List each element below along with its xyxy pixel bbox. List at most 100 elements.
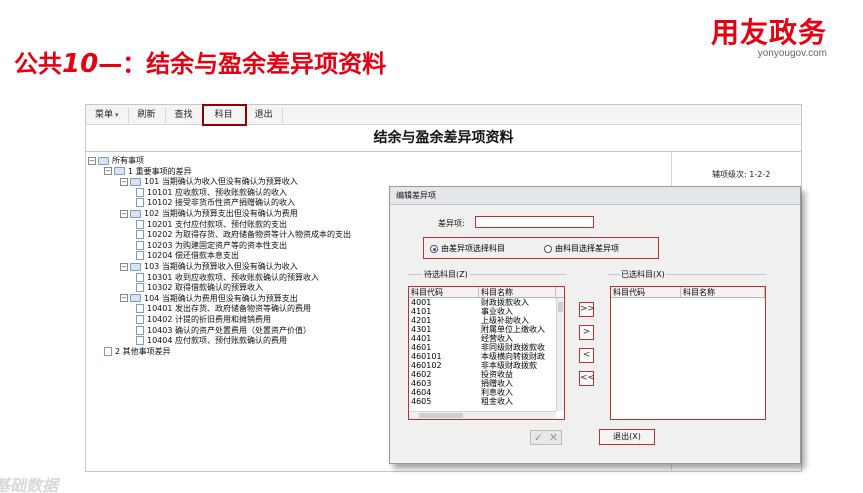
tree-node[interactable]: 10302 取得借款确认的预算收入 bbox=[136, 282, 263, 293]
slide-title: 公共10—：结余与盈余差异项资料 bbox=[14, 44, 386, 79]
collapse-icon[interactable]: − bbox=[120, 294, 128, 303]
toolbar-button-label: 退出 bbox=[254, 109, 273, 120]
tree-node[interactable]: − 104 当期确认为费用但没有确认为预算支出 bbox=[120, 293, 298, 304]
title-divider bbox=[86, 151, 801, 152]
difference-input[interactable] bbox=[475, 216, 594, 228]
table-row[interactable]: 4101 事业收入 bbox=[409, 307, 564, 316]
cancel-icon[interactable]: ✕ bbox=[546, 431, 561, 444]
subject-name-cell: 利息收入 bbox=[481, 388, 513, 397]
tree-node-label: 10102 接受非货币性资产捐赠确认的收入 bbox=[147, 198, 295, 208]
tree-node[interactable]: − 103 当期确认为预算收入但没有确认为收入 bbox=[120, 261, 298, 272]
tree-node[interactable]: − 102 当期确认为预算支出但没有确认为费用 bbox=[120, 208, 298, 219]
move-left-button[interactable]: < bbox=[579, 348, 594, 363]
document-icon bbox=[136, 230, 144, 240]
brand-logo: 用友政务 bbox=[710, 16, 827, 49]
toolbar-button[interactable]: 刷新 bbox=[129, 106, 166, 123]
toolbar-button[interactable]: 菜单 ▾ bbox=[86, 106, 129, 123]
table-row[interactable]: 4603 捐赠收入 bbox=[409, 379, 564, 388]
tree-node[interactable]: 10202 为取得存货、政府储备物资等计入物资成本的支出 bbox=[136, 229, 351, 240]
table-row[interactable]: 4001 财政拨款收入 bbox=[409, 298, 564, 307]
subject-code-cell: 4301 bbox=[411, 325, 432, 334]
right-group-line bbox=[666, 274, 766, 275]
subject-code-cell: 4001 bbox=[411, 298, 432, 307]
table-row[interactable]: 460102 非本级财政拨款 bbox=[409, 361, 564, 370]
tree-node-label: 101 当期确认为收入但没有确认为预算收入 bbox=[144, 177, 298, 187]
selected-subjects-grid[interactable]: 科目代码 科目名称 bbox=[610, 286, 766, 420]
table-row[interactable]: 4201 上级补助收入 bbox=[409, 316, 564, 325]
scroll-thumb[interactable] bbox=[419, 413, 463, 418]
chevron-down-icon: ▾ bbox=[115, 110, 119, 119]
slide-title-number: 10 bbox=[62, 49, 99, 79]
difference-field-label: 差异项: bbox=[438, 219, 465, 228]
tree-node[interactable]: 10403 确认的资产处置费用（处置资产价值） bbox=[136, 325, 311, 336]
tree-node[interactable]: − 101 当期确认为收入但没有确认为预算收入 bbox=[120, 176, 298, 187]
brand: 用友政务 yonyougov.com bbox=[711, 16, 827, 59]
folder-icon bbox=[130, 209, 141, 218]
tree-node[interactable]: 10401 发出存货、政府储备物资等确认的费用 bbox=[136, 303, 311, 314]
toolbar-button[interactable]: 退出 bbox=[246, 106, 283, 123]
available-subjects-grid[interactable]: 科目代码 科目名称 4001 财政拨款收入 4101 事业收入 4201 上级补助收入 43… bbox=[408, 286, 565, 420]
vertical-scrollbar[interactable] bbox=[556, 298, 564, 411]
confirm-icon[interactable]: ✓ bbox=[531, 431, 546, 444]
tree-node[interactable]: 10203 为购建固定资产等的资本性支出 bbox=[136, 240, 287, 251]
radio-by-difference[interactable]: 由差异项选择科目 bbox=[430, 243, 505, 254]
subject-code-cell: 4601 bbox=[411, 343, 432, 352]
document-icon bbox=[104, 346, 112, 356]
slide-title-prefix: 公共 bbox=[14, 50, 62, 78]
horizontal-scrollbar[interactable] bbox=[409, 411, 556, 419]
collapse-icon[interactable]: − bbox=[120, 262, 128, 271]
column-header[interactable]: 科目代码 bbox=[611, 287, 681, 297]
document-icon bbox=[136, 283, 144, 293]
slide-title-suffix: —：结余与盈余差异项资料 bbox=[98, 50, 387, 78]
tree-node[interactable]: 10402 计提的折旧费用和摊销费用 bbox=[136, 314, 271, 325]
tree-node-label: 10404 应付款项、预付账款确认的费用 bbox=[147, 336, 287, 346]
collapse-icon[interactable]: − bbox=[120, 177, 128, 186]
exit-button[interactable]: 退出(X) bbox=[599, 429, 655, 445]
tree-node[interactable]: − 1 重要事项的差异 bbox=[104, 166, 192, 177]
tree-node[interactable]: 2 其他事项差异 bbox=[104, 346, 171, 357]
column-header[interactable]: 科目代码 bbox=[409, 287, 479, 297]
radio-by-subject[interactable]: 由科目选择差异项 bbox=[544, 243, 619, 254]
radio-label: 由科目选择差异项 bbox=[555, 244, 619, 253]
tree-node-label: 所有事项 bbox=[112, 156, 144, 165]
collapse-icon[interactable]: − bbox=[88, 156, 96, 165]
tree-node[interactable]: 10201 支付应付款项、预付账款的支出 bbox=[136, 219, 287, 230]
folder-icon bbox=[130, 262, 141, 271]
collapse-icon[interactable]: − bbox=[104, 167, 112, 176]
table-row[interactable]: 4301 附属单位上缴收入 bbox=[409, 325, 564, 334]
table-row[interactable]: 4605 租金收入 bbox=[409, 397, 564, 406]
folder-icon bbox=[130, 294, 141, 303]
tree-node[interactable]: − 所有事项 bbox=[88, 155, 144, 166]
tree-node-label: 10202 为取得存货、政府储备物资等计入物资成本的支出 bbox=[147, 230, 351, 240]
tree-node[interactable]: 10404 应付款项、预付账款确认的费用 bbox=[136, 335, 287, 346]
subject-name-cell: 捐赠收入 bbox=[481, 379, 513, 388]
subject-name-cell: 非本级财政拨款 bbox=[481, 361, 537, 370]
toolbar-button-label: 科目 bbox=[214, 109, 233, 120]
table-row[interactable]: 460101 本级横向转拨财政 bbox=[409, 352, 564, 361]
table-row[interactable]: 4602 投资收益 bbox=[409, 370, 564, 379]
tree-node[interactable]: 10102 接受非货币性资产捐赠确认的收入 bbox=[136, 197, 295, 208]
tree-node-label: 104 当期确认为费用但没有确认为预算支出 bbox=[144, 293, 298, 303]
scroll-thumb[interactable] bbox=[558, 302, 563, 312]
tree-node[interactable]: 10301 收到应收款项、预收账款确认的预算收入 bbox=[136, 272, 319, 283]
tree-node-label: 10101 应收款项、预收账款确认的收入 bbox=[147, 187, 287, 197]
move-all-left-button[interactable]: << bbox=[579, 371, 595, 386]
collapse-icon[interactable]: − bbox=[120, 209, 128, 218]
document-icon bbox=[136, 336, 144, 346]
subject-name-cell: 本级横向转拨财政 bbox=[481, 352, 545, 361]
table-row[interactable]: 4604 利息收入 bbox=[409, 388, 564, 397]
tree-node-label: 1 重要事项的差异 bbox=[128, 166, 192, 176]
toolbar-button[interactable]: 查找 bbox=[166, 106, 203, 123]
subject-code-cell: 4605 bbox=[411, 397, 432, 406]
move-right-button[interactable]: > bbox=[579, 325, 594, 340]
subject-name-cell: 附属单位上缴收入 bbox=[481, 325, 545, 334]
column-header[interactable]: 科目名称 bbox=[681, 287, 765, 297]
tree-node[interactable]: 10101 应收款项、预收账款确认的收入 bbox=[136, 187, 287, 198]
move-all-right-button[interactable]: >> bbox=[579, 302, 595, 317]
tree-node[interactable]: 10204 偿还借款本息支出 bbox=[136, 250, 239, 261]
table-row[interactable]: 4401 经营收入 bbox=[409, 334, 564, 343]
column-header[interactable]: 科目名称 bbox=[479, 287, 556, 297]
table-row[interactable]: 4601 非同级财政拨款收 bbox=[409, 343, 564, 352]
document-title: 结余与盈余差异项资料 bbox=[373, 130, 514, 146]
toolbar-button[interactable]: 科目 bbox=[201, 103, 247, 126]
